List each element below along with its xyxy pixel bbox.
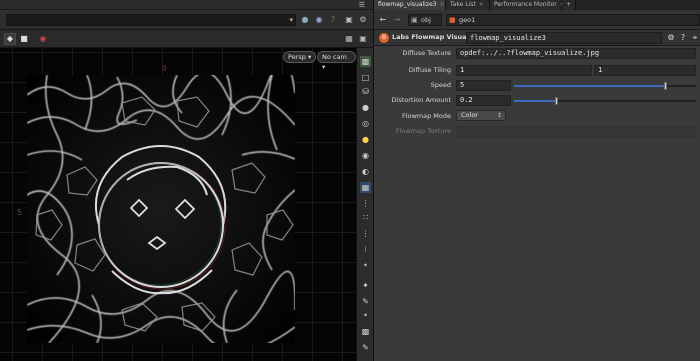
- measure-icon[interactable]: ✦: [360, 280, 371, 291]
- tab-flowmap-visualize3[interactable]: flowmap_visualize3 ×: [374, 0, 446, 10]
- geo-node-icon: ■: [449, 16, 456, 24]
- flowmap-mode-label: Flowmap Mode: [401, 112, 451, 120]
- folder-icon: ▣: [411, 16, 418, 24]
- light-bulb-2-icon[interactable]: ◉: [360, 150, 371, 161]
- tab-label: flowmap_visualize3: [378, 1, 437, 8]
- distortion-amount-label: Distortion Amount: [391, 96, 451, 104]
- viewer-path-bar: ▾ ● ◉ ? ▣ ⚙: [0, 10, 373, 30]
- speed-slider-handle[interactable]: [664, 82, 667, 90]
- distortion-slider-fill: [514, 100, 556, 102]
- pane-menu-icon[interactable]: ☰: [359, 1, 365, 9]
- viewer-toolbar: ◆ ■ ◉ ▦ ▣: [0, 30, 373, 48]
- grid-label: 0: [162, 64, 167, 73]
- shadow-icon[interactable]: ◐: [360, 166, 371, 177]
- scene-icon[interactable]: ▩: [360, 326, 371, 337]
- speed-label: Speed: [430, 81, 451, 89]
- tab-take-list[interactable]: Take List ×: [446, 0, 490, 10]
- path-obj-button[interactable]: ▣ obj: [408, 14, 442, 26]
- diffuse-texture-field[interactable]: opdef:../..?flowmap_visualize.jpg: [456, 48, 696, 59]
- node-header: ⚙ Labs Flowmap Visualize flowmap_visuali…: [374, 30, 700, 46]
- settings-icon[interactable]: ⚙: [666, 33, 676, 43]
- chevron-updown-icon: ↕: [496, 112, 502, 119]
- sphere-icon[interactable]: ●: [360, 102, 371, 113]
- viewer-path-field[interactable]: ▾: [6, 14, 296, 26]
- lock-icon[interactable]: ⛁: [360, 86, 371, 97]
- diffuse-tiling-y-field[interactable]: 1: [594, 65, 696, 76]
- dot-icon[interactable]: •: [360, 260, 371, 271]
- pin-icon[interactable]: ◉: [314, 15, 324, 25]
- perspective-menu[interactable]: Persp ▾: [283, 51, 317, 63]
- grid-label: 5: [17, 208, 22, 217]
- distortion-slider-handle[interactable]: [555, 97, 558, 105]
- flowmap-texture-field: [456, 126, 696, 137]
- wireframe-icon[interactable]: □: [360, 72, 371, 83]
- flowmap-mode-menu[interactable]: Color ↕: [456, 110, 506, 121]
- node-name-field[interactable]: flowmap_visualize3: [466, 32, 662, 44]
- tab-label: Take List: [450, 1, 476, 8]
- select-tool-icon[interactable]: ◆: [4, 33, 16, 45]
- close-icon[interactable]: ×: [440, 1, 445, 8]
- ghost-icon[interactable]: ◎: [360, 118, 371, 129]
- path-geo-label: geo1: [459, 16, 476, 24]
- light-bulb-icon[interactable]: ●: [360, 134, 371, 145]
- points-icon[interactable]: ⋮: [360, 198, 371, 209]
- speed-slider-fill: [514, 85, 665, 87]
- tab-label: Performance Monitor: [494, 1, 557, 8]
- shading-mode-icon[interactable]: ▩: [360, 56, 371, 67]
- forward-arrow-icon[interactable]: →: [392, 15, 402, 25]
- camera-menu[interactable]: No cam ▾: [317, 51, 356, 71]
- parameter-pane: flowmap_visualize3 × Take List × Performan…: [373, 0, 700, 361]
- view-menu-icon[interactable]: ▣: [358, 34, 368, 44]
- flowmap-mode-value: Color: [461, 111, 478, 119]
- diffuse-tiling-x-field[interactable]: 1: [456, 65, 592, 76]
- pin-icon[interactable]: ⌖: [690, 33, 700, 43]
- camera-tool-icon[interactable]: ■: [18, 33, 30, 45]
- display-options-icon[interactable]: ▣: [344, 15, 354, 25]
- distortion-amount-field[interactable]: 0.2: [456, 95, 511, 106]
- point-numbers-icon[interactable]: ∷: [360, 212, 371, 223]
- path-obj-label: obj: [421, 16, 431, 24]
- help-icon[interactable]: ?: [678, 33, 688, 43]
- edit-icon[interactable]: ✎: [360, 342, 371, 353]
- parameter-list: Diffuse Texture opdef:../..?flowmap_visu…: [374, 46, 700, 361]
- speed-field[interactable]: 5: [456, 80, 511, 91]
- 3d-viewport[interactable]: Persp ▾ No cam ▾ 0 5: [0, 48, 356, 361]
- viewer-side-toolbar: ▩ □ ⛁ ● ◎ ● ◉ ◐ ▦ ⋮ ∷ ⋮ ⁝ • ✦ ✎ • ▩ ✎: [356, 48, 373, 361]
- diffuse-tiling-label: Diffuse Tiling: [408, 66, 451, 74]
- pen-icon[interactable]: ✎: [360, 296, 371, 307]
- network-path-bar: ← → ▣ obj ■ geo1: [374, 10, 700, 30]
- settings-icon[interactable]: ⚙: [358, 15, 368, 25]
- record-icon[interactable]: ◉: [38, 34, 48, 44]
- path-geo-button[interactable]: ■ geo1: [446, 14, 700, 26]
- caustics-pattern-image: [27, 75, 295, 343]
- tab-performance-monitor[interactable]: Performance Monitor×: [490, 0, 565, 10]
- tab-bar: flowmap_visualize3 × Take List × Performan…: [374, 0, 700, 10]
- normals-icon[interactable]: ⋮: [360, 228, 371, 239]
- flowmap-texture-preview: [27, 75, 295, 343]
- grid-toggle-icon[interactable]: ▦: [344, 34, 354, 44]
- chevron-down-icon[interactable]: ▾: [289, 16, 293, 24]
- texture-display-icon[interactable]: ▦: [360, 182, 371, 193]
- diffuse-texture-label: Diffuse Texture: [402, 49, 451, 57]
- viewer-title-strip: ☰: [0, 0, 373, 10]
- viewer-pane: ☰ ▾ ● ◉ ? ▣ ⚙ ◆ ■ ◉ ▦ ▣ Persp ▾ No cam ▾…: [0, 0, 373, 361]
- link-icon[interactable]: ●: [300, 15, 310, 25]
- add-tab-button[interactable]: +: [562, 0, 576, 10]
- gear-node-icon: ⚙: [379, 33, 389, 43]
- close-icon[interactable]: ×: [479, 1, 484, 8]
- prim-numbers-icon[interactable]: ⁝: [360, 244, 371, 255]
- help-icon[interactable]: ?: [328, 15, 338, 25]
- back-arrow-icon[interactable]: ←: [378, 15, 388, 25]
- flowmap-texture-label: Flowmap Texture: [395, 127, 451, 135]
- snap-icon[interactable]: •: [360, 310, 371, 321]
